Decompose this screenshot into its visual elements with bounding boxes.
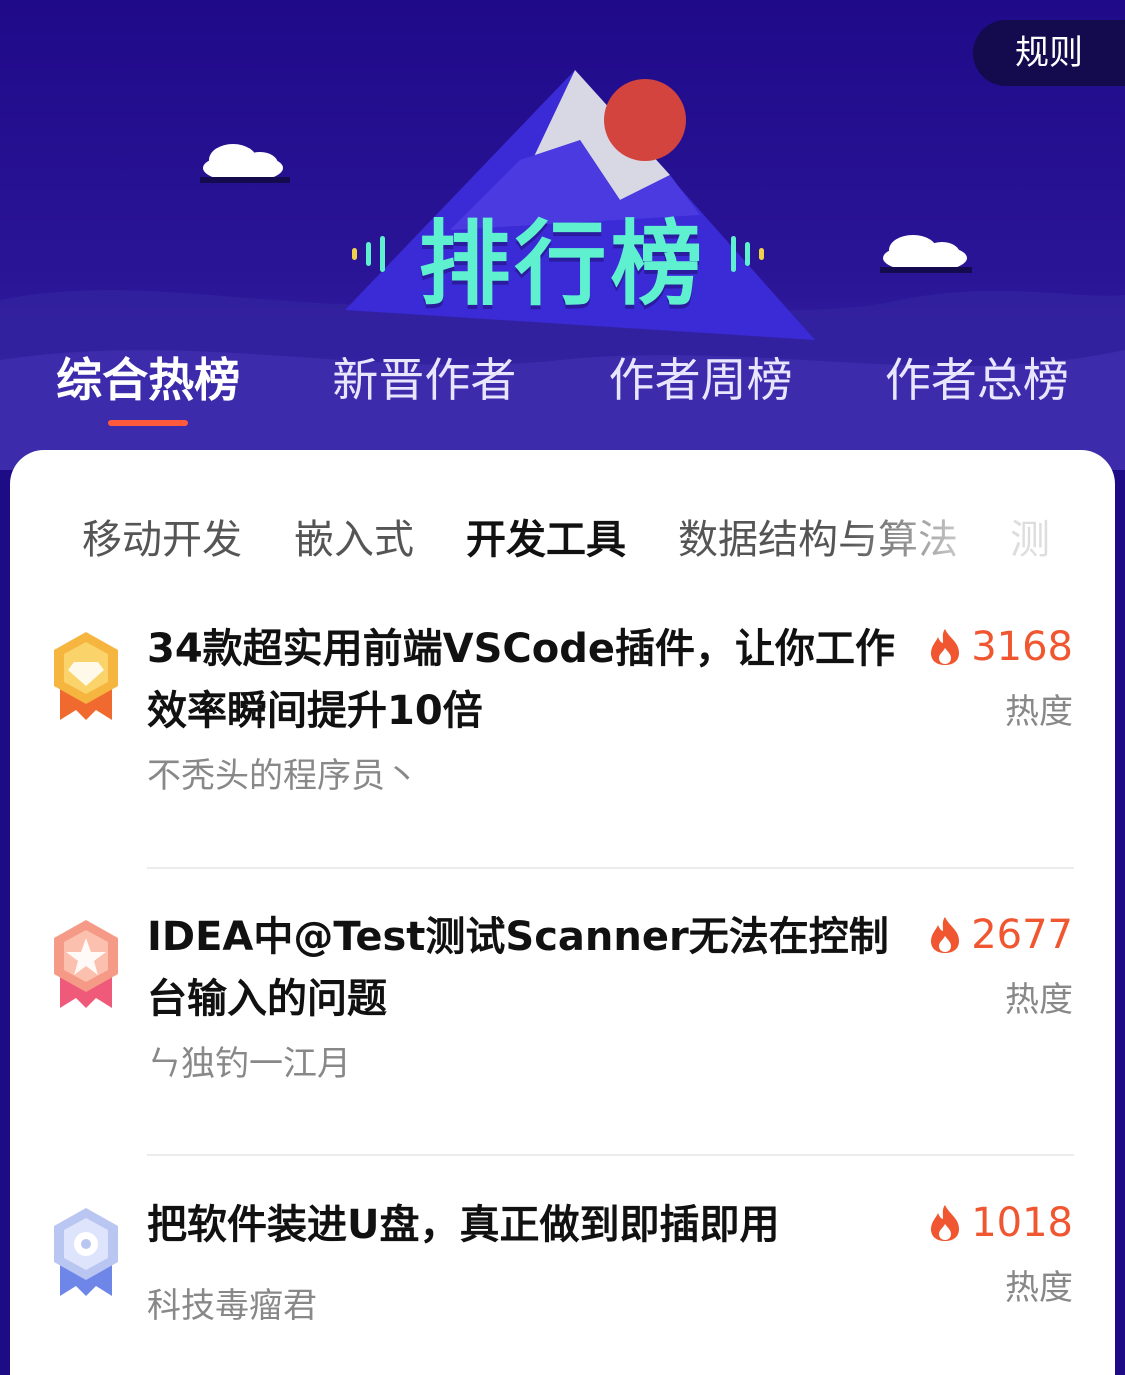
silver-medal-icon bbox=[54, 920, 118, 1008]
heat-score: 1018 热度 bbox=[929, 1198, 1073, 1309]
tab-total-authors[interactable]: 作者总榜 bbox=[885, 350, 1069, 430]
category-data-structures[interactable]: 数据结构与算法 bbox=[678, 510, 958, 570]
ranking-card: 移动开发 嵌入式 开发工具 数据结构与算法 测 34款超实用前端VSCode插件… bbox=[10, 450, 1115, 1375]
category-embedded[interactable]: 嵌入式 bbox=[294, 510, 414, 570]
flame-icon bbox=[931, 1205, 960, 1241]
heat-value: 2677 bbox=[971, 912, 1073, 958]
heat-label: 热度 bbox=[1005, 692, 1073, 732]
article-author[interactable]: 科技毒瘤君 bbox=[147, 1278, 317, 1327]
ranking-tabs: 综合热榜 新晋作者 作者周榜 作者总榜 bbox=[0, 350, 1125, 430]
heat-label: 热度 bbox=[1005, 980, 1073, 1020]
flame-icon bbox=[931, 629, 960, 665]
heat-label: 热度 bbox=[1005, 1268, 1073, 1308]
flame-icon bbox=[931, 917, 960, 953]
tab-new-authors[interactable]: 新晋作者 bbox=[332, 350, 516, 430]
page-title: 排行榜 bbox=[418, 211, 707, 318]
heat-score: 2677 热度 bbox=[929, 910, 1073, 1021]
category-testing[interactable]: 测 bbox=[1010, 510, 1050, 570]
heat-score: 3168 热度 bbox=[929, 622, 1073, 733]
article-title[interactable]: 把软件装进U盘，真正做到即插即用 bbox=[147, 1194, 917, 1256]
divider bbox=[147, 867, 1074, 869]
rules-button[interactable]: 规则 bbox=[973, 20, 1125, 86]
divider bbox=[147, 1154, 1074, 1156]
article-author[interactable]: ㄣ独钓一江月 bbox=[147, 1036, 351, 1085]
article-author[interactable]: 不秃头的程序员丶 bbox=[147, 748, 419, 797]
tab-hot-ranking[interactable]: 综合热榜 bbox=[56, 350, 240, 430]
heat-value: 3168 bbox=[971, 624, 1073, 670]
category-mobile-dev[interactable]: 移动开发 bbox=[82, 510, 242, 570]
cloud-icon bbox=[203, 144, 283, 182]
heat-value: 1018 bbox=[971, 1200, 1073, 1246]
bronze-medal-icon bbox=[54, 1208, 118, 1296]
header-banner: 排行榜 规则 综合热榜 新晋作者 作者周榜 作者总榜 bbox=[0, 0, 1125, 470]
category-tabs: 移动开发 嵌入式 开发工具 数据结构与算法 测 bbox=[10, 510, 1115, 570]
tab-weekly-authors[interactable]: 作者周榜 bbox=[609, 350, 793, 430]
category-dev-tools[interactable]: 开发工具 bbox=[466, 510, 626, 570]
article-title[interactable]: IDEA中@Test测试Scanner无法在控制台输入的问题 bbox=[147, 906, 917, 1030]
gold-medal-icon bbox=[54, 632, 118, 720]
article-title[interactable]: 34款超实用前端VSCode插件，让你工作效率瞬间提升10倍 bbox=[147, 618, 917, 742]
